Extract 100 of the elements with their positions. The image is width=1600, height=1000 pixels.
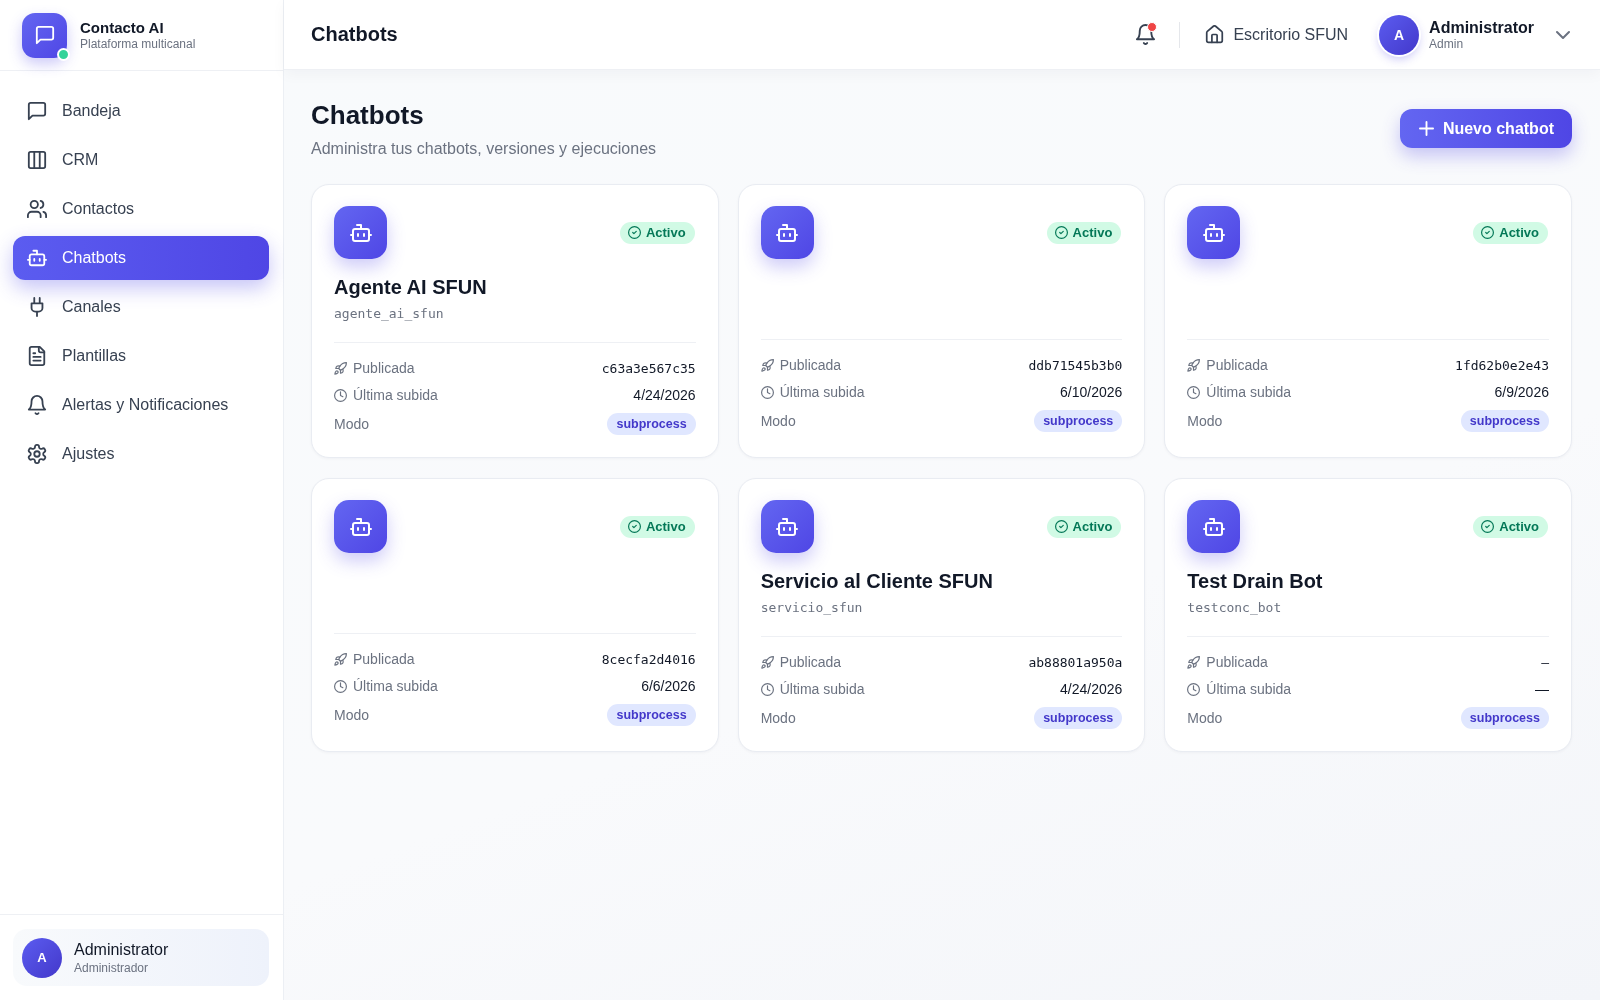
field-label: Modo: [1187, 413, 1223, 429]
nav-item[interactable]: Chatbots: [13, 236, 269, 280]
rocket-icon: [334, 652, 347, 666]
field-label: Última subida: [1206, 384, 1292, 400]
nav-item[interactable]: CRM: [13, 138, 269, 182]
nav-item[interactable]: Ajustes: [13, 432, 269, 476]
check-circle-icon: [627, 520, 641, 533]
status-text: Activo: [1072, 225, 1113, 240]
field-label: Publicada: [779, 357, 842, 373]
new-chatbot-button[interactable]: Nuevo chatbot: [1399, 109, 1572, 148]
mode-tag: subprocess: [1460, 410, 1549, 432]
rocket-icon: [1187, 655, 1201, 669]
chatbot-name: Test Drain Bot: [1187, 569, 1324, 594]
page-subtitle: Administra tus chatbots, versiones y ejecuciones: [311, 139, 657, 159]
field-label: Modo: [334, 707, 370, 723]
field-label: Publicada: [1206, 357, 1268, 373]
version-hash: –: [1541, 654, 1549, 670]
clock-icon: [760, 385, 774, 399]
nav-item[interactable]: Canales: [13, 285, 269, 329]
columns-icon: [27, 150, 47, 170]
home-icon: [1205, 25, 1225, 44]
brand-name: Contacto AI: [80, 18, 165, 37]
clock-icon: [760, 682, 774, 696]
chatbot-card[interactable]: Activo Servicio al Cliente SFUN servicio_sfun Publicada ab88801a950a Última subida 4/24/2026 Modo subprocess: [737, 478, 1146, 752]
field-label: Modo: [334, 416, 370, 432]
field-label: Última subida: [1206, 681, 1292, 697]
robot-icon: [334, 206, 387, 259]
version-hash: c63a3e567c35: [601, 360, 696, 376]
nav-item[interactable]: Contactos: [13, 187, 269, 231]
rocket-icon: [334, 361, 347, 375]
robot-icon: [760, 206, 814, 259]
field-label: Modo: [1187, 710, 1223, 726]
chatbot-slug: testconc_bot: [1187, 599, 1283, 617]
status-text: Activo: [645, 225, 686, 240]
chatbot-name: Agente AI SFUN: [334, 275, 488, 300]
field-label: Publicada: [1206, 654, 1268, 670]
status-text: Activo: [1499, 225, 1539, 240]
status-text: Activo: [1499, 519, 1539, 534]
check-circle-icon: [1481, 520, 1495, 533]
upload-date: 4/24/2026: [1060, 681, 1123, 697]
upload-date: 4/24/2026: [633, 387, 696, 403]
bell-icon: [1134, 24, 1156, 45]
check-circle-icon: [1481, 226, 1495, 239]
user-card[interactable]: A Administrator Administrador: [13, 929, 269, 986]
robot-icon: [760, 500, 814, 553]
chatbot-card[interactable]: Activo Publicada ddb71545b3b0 Última subida 6/10/2026 Modo subprocess: [737, 184, 1146, 458]
chatbot-slug: servicio_sfun: [760, 599, 864, 617]
upload-date: 6/6/2026: [641, 678, 696, 694]
field-label: Publicada: [353, 360, 415, 376]
version-hash: 8cecfa2d4016: [601, 651, 696, 667]
mode-tag: subprocess: [1034, 707, 1123, 729]
brand-tagline: Plataforma multicanal: [80, 37, 196, 52]
clock-icon: [334, 679, 347, 693]
chatbot-card[interactable]: Activo Agente AI SFUN agente_ai_sfun Publicada c63a3e567c35 Última subida 4/24/2026 Modo subprocess: [311, 184, 719, 458]
notifications-button[interactable]: [1133, 22, 1158, 47]
upload-date: —: [1535, 681, 1549, 697]
document-icon: [27, 346, 47, 366]
nav-item[interactable]: Alertas y Notificaciones: [13, 383, 269, 427]
user-name: Administrator: [1429, 17, 1534, 37]
user-name: Administrator: [74, 939, 169, 960]
mode-tag: subprocess: [1460, 707, 1549, 729]
chatbot-card[interactable]: Activo Publicada 8cecfa2d4016 Última subida 6/6/2026 Modo subprocess: [311, 478, 719, 752]
version-hash: ab88801a950a: [1028, 654, 1123, 670]
field-label: Última subida: [779, 681, 865, 697]
users-icon: [27, 199, 47, 219]
chatbot-card[interactable]: Activo Publicada 1fd62b0e2e43 Última subida 6/9/2026 Modo subprocess: [1164, 184, 1572, 458]
nav-item[interactable]: Plantillas: [13, 334, 269, 378]
plus-icon: [1418, 121, 1434, 136]
rocket-icon: [760, 655, 774, 669]
field-label: Publicada: [779, 654, 842, 670]
field-label: Publicada: [353, 651, 415, 667]
clock-icon: [1187, 385, 1201, 399]
chat-logo-icon: [22, 12, 67, 58]
user-role: Administrador: [74, 959, 150, 976]
clock-icon: [334, 388, 347, 402]
version-hash: 1fd62b0e2e43: [1455, 357, 1549, 373]
version-hash: ddb71545b3b0: [1028, 357, 1123, 373]
workspace-button[interactable]: Escritorio SFUN: [1205, 16, 1349, 53]
field-label: Modo: [760, 413, 796, 429]
field-label: Última subida: [353, 387, 438, 403]
clock-icon: [1187, 682, 1201, 696]
mode-tag: subprocess: [1034, 410, 1123, 432]
nav-item[interactable]: Bandeja: [13, 89, 269, 133]
field-label: Última subida: [779, 384, 865, 400]
user-avatar[interactable]: A: [1379, 14, 1420, 55]
robot-icon: [1187, 500, 1241, 553]
bell-icon: [27, 395, 47, 415]
field-label: Última subida: [353, 678, 438, 694]
rocket-icon: [760, 358, 774, 372]
robot-icon: [27, 248, 47, 268]
robot-icon: [1187, 206, 1241, 259]
field-label: Modo: [760, 710, 796, 726]
status-text: Activo: [645, 519, 686, 534]
page-title: Chatbots: [311, 99, 425, 131]
rocket-icon: [1187, 358, 1201, 372]
settings-icon: [27, 444, 47, 464]
check-circle-icon: [627, 226, 641, 239]
chatbot-card[interactable]: Activo Test Drain Bot testconc_bot Publicada – Última subida — Modo subprocess: [1164, 478, 1572, 752]
mode-tag: subprocess: [607, 704, 696, 726]
upload-date: 6/9/2026: [1494, 384, 1549, 400]
